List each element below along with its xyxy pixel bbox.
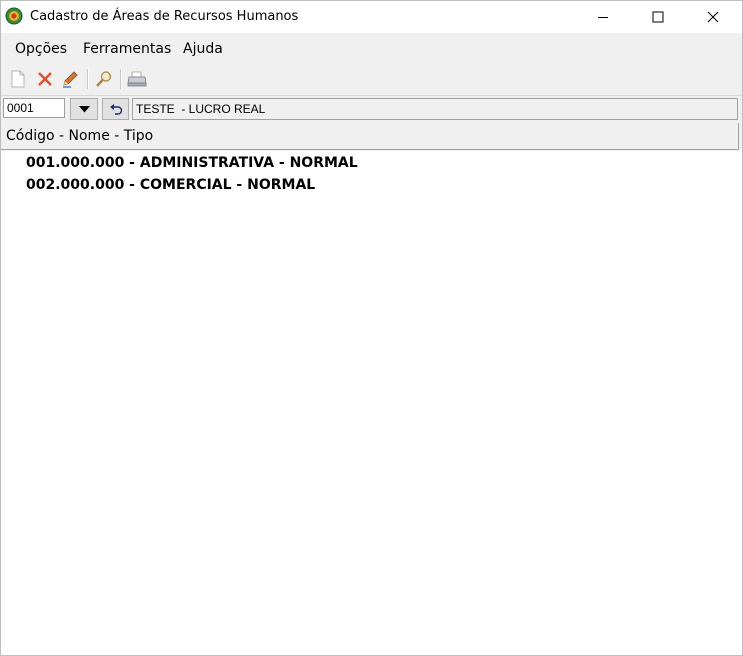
menu-opcoes[interactable]: Opções (15, 41, 67, 57)
print-button[interactable] (126, 68, 148, 90)
search-icon (96, 71, 112, 87)
close-icon (707, 11, 719, 22)
company-dropdown-button[interactable] (70, 98, 98, 120)
list-item[interactable]: 001.000.000 - ADMINISTRATIVA - NORMAL (26, 155, 358, 171)
chevron-down-icon (78, 105, 90, 112)
list-header-label: Código - Nome - Tipo (6, 128, 154, 144)
edit-pencil-icon (63, 71, 78, 88)
undo-button[interactable] (102, 98, 129, 120)
new-document-icon (11, 70, 25, 88)
tree-list[interactable]: 001.000.000 - ADMINISTRATIVA - NORMAL 00… (1, 151, 742, 655)
edit-button[interactable] (59, 68, 81, 90)
new-button[interactable] (7, 68, 29, 90)
delete-button[interactable] (34, 68, 56, 90)
minimize-icon (598, 16, 608, 18)
maximize-button[interactable] (635, 1, 681, 32)
menu-ajuda[interactable]: Ajuda (183, 41, 223, 57)
main-window: Cadastro de Áreas de Recursos Humanos Op… (0, 0, 743, 656)
menu-bar: Opções Ferramentas Ajuda (1, 34, 742, 64)
toolbar-separator (87, 69, 89, 89)
close-button[interactable] (690, 1, 736, 32)
toolbar (1, 64, 742, 94)
undo-icon (109, 104, 122, 115)
window-title: Cadastro de Áreas de Recursos Humanos (30, 9, 299, 24)
company-selector-bar: TESTE - LUCRO REAL (1, 95, 742, 123)
menu-ferramentas[interactable]: Ferramentas (83, 41, 171, 57)
maximize-icon (652, 11, 664, 22)
title-bar[interactable]: Cadastro de Áreas de Recursos Humanos (1, 1, 742, 33)
print-icon (127, 71, 147, 87)
list-item[interactable]: 002.000.000 - COMERCIAL - NORMAL (26, 177, 315, 193)
minimize-button[interactable] (580, 1, 626, 32)
company-code-input[interactable] (3, 98, 65, 118)
company-name-field: TESTE - LUCRO REAL (132, 98, 738, 120)
app-globe-icon (5, 7, 23, 25)
list-header[interactable]: Código - Nome - Tipo (1, 123, 739, 150)
delete-icon (38, 72, 52, 86)
search-button[interactable] (93, 68, 115, 90)
toolbar-separator (120, 69, 122, 89)
